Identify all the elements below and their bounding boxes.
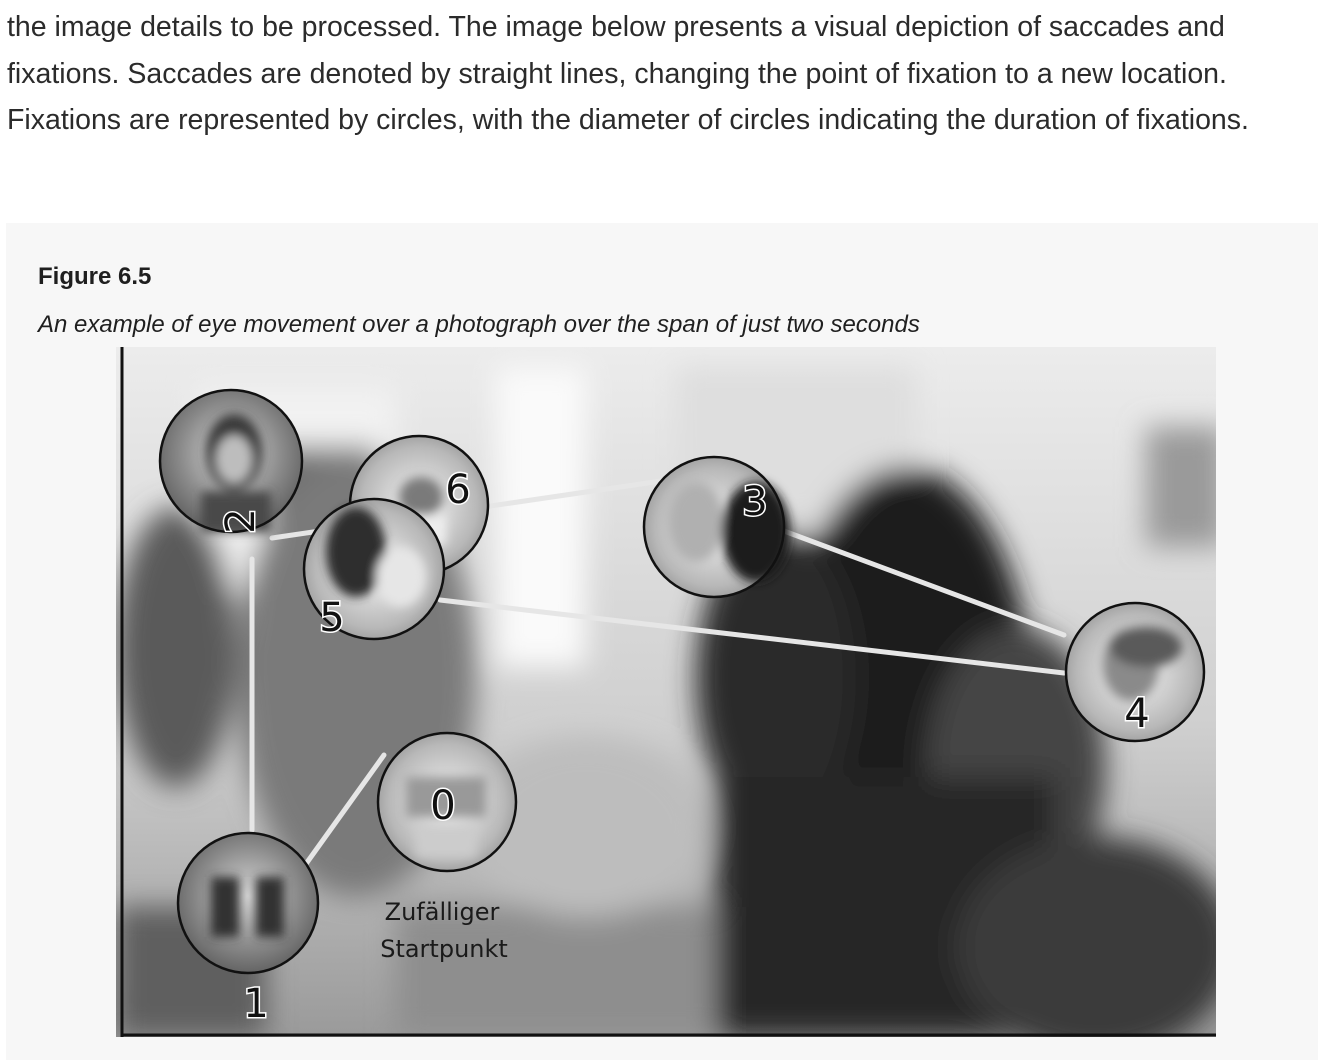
start-point-label-line2: Startpunkt bbox=[380, 935, 508, 963]
intro-paragraph: the image details to be processed. The i… bbox=[7, 11, 1249, 136]
fixation-0: 0 bbox=[376, 731, 518, 873]
figure-container: Figure 6.5 An example of eye movement ov… bbox=[6, 223, 1318, 1060]
eye-movement-illustration: 0 1 2 6 5 3 4 Zufälliger Startpunkt bbox=[116, 347, 1216, 1037]
fixation-label-0: 0 bbox=[430, 783, 455, 829]
fixation-label-1: 1 bbox=[243, 981, 268, 1027]
fixation-label-6: 6 bbox=[445, 467, 470, 513]
fixation-label-5: 5 bbox=[319, 595, 344, 641]
fixation-label-2: 2 bbox=[218, 508, 264, 533]
fixation-label-3: 3 bbox=[742, 479, 767, 525]
fixation-4: 4 bbox=[1064, 601, 1206, 743]
fixation-label-4: 4 bbox=[1124, 691, 1149, 737]
fixation-2: 2 bbox=[158, 388, 304, 535]
eye-movement-photo: 0 1 2 6 5 3 4 Zufälliger Startpunkt bbox=[116, 347, 1216, 1037]
figure-number: Figure 6.5 bbox=[38, 263, 152, 290]
fixation-5: 5 bbox=[302, 497, 446, 643]
figure-caption: An example of eye movement over a photog… bbox=[38, 311, 920, 338]
start-point-label-line1: Zufälliger bbox=[385, 898, 500, 926]
